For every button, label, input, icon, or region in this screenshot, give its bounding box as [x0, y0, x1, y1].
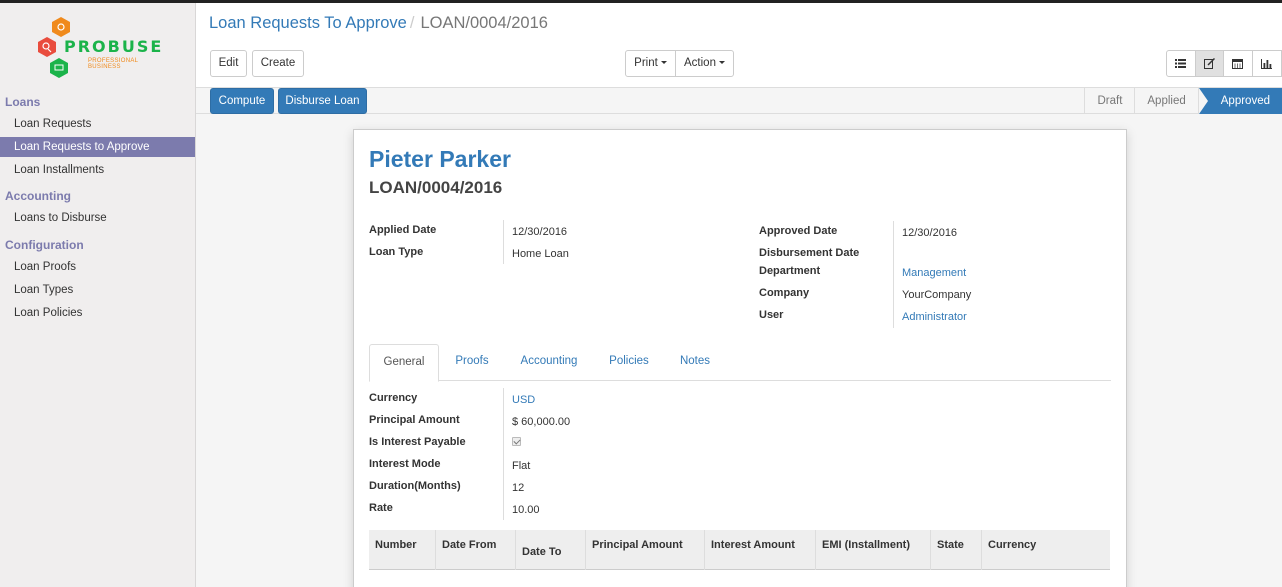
sidebar-item-loan-types[interactable]: Loan Types: [0, 280, 195, 300]
sidebar-heading-configuration: Configuration: [5, 238, 84, 252]
stage-applied[interactable]: Applied: [1134, 88, 1197, 114]
action-label: Action: [684, 57, 716, 69]
notebook-tabs: General Proofs Accounting Policies Notes: [369, 344, 1111, 382]
sidebar-item-loans-to-disburse[interactable]: Loans to Disburse: [0, 208, 195, 228]
sidebar: PROBUSE PROFESSIONAL BUSINESS Loans Loan…: [0, 3, 196, 587]
sidebar-item-loan-installments[interactable]: Loan Installments: [0, 160, 195, 180]
caret-down-icon: [660, 61, 667, 65]
action-dropdown[interactable]: Action: [675, 50, 734, 77]
tab-notes[interactable]: Notes: [671, 344, 719, 381]
user-label: User: [759, 309, 784, 321]
currency-link[interactable]: USD: [512, 394, 535, 406]
department-label: Department: [759, 265, 821, 277]
breadcrumb-separator: /: [409, 14, 415, 32]
stage-approved[interactable]: Approved: [1197, 88, 1282, 114]
column-emi-installment[interactable]: EMI (Installment): [815, 530, 930, 570]
form-sheet: Pieter Parker LOAN/0004/2016 Applied Dat…: [353, 129, 1127, 587]
field-divider: [503, 388, 504, 520]
field-divider: [503, 220, 504, 264]
graph-view-button[interactable]: [1253, 51, 1281, 76]
disbursement-date-label: Disbursement Date: [759, 247, 860, 259]
print-label: Print: [634, 57, 658, 69]
control-panel: Loan Requests To Approve / LOAN/0004/2016 …: [196, 3, 1282, 87]
principal-amount-value[interactable]: $ 60,000.00: [512, 416, 570, 428]
sidebar-heading-accounting: Accounting: [5, 189, 71, 203]
sidebar-item-loan-requests[interactable]: Loan Requests: [0, 114, 195, 134]
interest-mode-label: Interest Mode: [369, 458, 441, 470]
view-switcher: [1166, 50, 1282, 77]
field-divider: [893, 221, 894, 328]
list-icon: [1175, 59, 1187, 68]
column-date-from[interactable]: Date From: [435, 530, 515, 570]
company-label: Company: [759, 287, 810, 299]
rate-label: Rate: [369, 502, 393, 514]
print-dropdown[interactable]: Print: [625, 50, 676, 77]
rate-value[interactable]: 10.00: [512, 504, 540, 516]
brand-tagline: PROFESSIONAL BUSINESS: [88, 58, 139, 70]
loan-reference: LOAN/0004/2016: [369, 178, 503, 197]
brand-name: PROBUSE: [64, 37, 164, 56]
disburse-loan-button[interactable]: Disburse Loan: [278, 88, 367, 114]
breadcrumb: Loan Requests To Approve / LOAN/0004/2016: [209, 14, 548, 33]
employee-name[interactable]: Pieter Parker: [369, 146, 511, 173]
form-edit-icon: [1203, 58, 1215, 69]
sidebar-heading-loans: Loans: [5, 95, 41, 109]
department-link[interactable]: Management: [902, 267, 966, 279]
stage-pipeline: Draft Applied Approved: [1084, 88, 1282, 114]
company-logo[interactable]: PROBUSE PROFESSIONAL BUSINESS: [34, 15, 164, 83]
applied-date-value[interactable]: 12/30/2016: [512, 226, 567, 238]
sidebar-item-loan-policies[interactable]: Loan Policies: [0, 303, 195, 323]
approved-date-label: Approved Date: [759, 225, 838, 237]
compute-button[interactable]: Compute: [210, 88, 274, 114]
stage-draft[interactable]: Draft: [1084, 88, 1134, 114]
interest-mode-value[interactable]: Flat: [512, 460, 530, 472]
duration-value[interactable]: 12: [512, 482, 524, 494]
status-bar: Compute Disburse Loan Draft Applied Appr…: [196, 87, 1282, 114]
sidebar-item-loan-proofs[interactable]: Loan Proofs: [0, 257, 195, 277]
user-link[interactable]: Administrator: [902, 311, 967, 323]
applied-date-label: Applied Date: [369, 224, 437, 236]
breadcrumb-current: LOAN/0004/2016: [420, 14, 548, 32]
caret-down-icon: [718, 61, 725, 65]
tab-general[interactable]: General: [369, 344, 439, 382]
loan-type-label: Loan Type: [369, 246, 424, 258]
create-button[interactable]: Create: [252, 50, 304, 77]
breadcrumb-parent-link[interactable]: Loan Requests To Approve: [209, 14, 407, 32]
bar-chart-icon: [1261, 58, 1273, 69]
tab-policies[interactable]: Policies: [601, 344, 657, 381]
edit-button[interactable]: Edit: [210, 50, 247, 77]
duration-label: Duration(Months): [369, 480, 461, 492]
column-currency[interactable]: Currency: [981, 530, 1110, 570]
currency-label: Currency: [369, 392, 418, 404]
interest-payable-checkbox[interactable]: [512, 437, 521, 446]
column-interest-amount[interactable]: Interest Amount: [704, 530, 815, 570]
calendar-icon: [1232, 59, 1244, 69]
tab-proofs[interactable]: Proofs: [447, 344, 497, 381]
sidebar-item-loan-requests-to-approve[interactable]: Loan Requests to Approve: [0, 137, 195, 157]
column-number[interactable]: Number: [369, 530, 435, 570]
calendar-view-button[interactable]: [1224, 51, 1253, 76]
approved-date-value[interactable]: 12/30/2016: [902, 227, 957, 239]
column-principal-amount[interactable]: Principal Amount: [585, 530, 704, 570]
installments-table-header: Number Date From Date To Principal Amoun…: [369, 530, 1110, 570]
column-date-to[interactable]: Date To: [515, 530, 585, 570]
list-view-button[interactable]: [1167, 51, 1196, 76]
company-value[interactable]: YourCompany: [902, 289, 971, 301]
tab-accounting[interactable]: Accounting: [511, 344, 587, 381]
interest-payable-label: Is Interest Payable: [369, 436, 466, 448]
loan-type-value[interactable]: Home Loan: [512, 248, 569, 260]
principal-amount-label: Principal Amount: [369, 414, 460, 426]
column-state[interactable]: State: [930, 530, 981, 570]
form-view-button[interactable]: [1195, 51, 1224, 76]
